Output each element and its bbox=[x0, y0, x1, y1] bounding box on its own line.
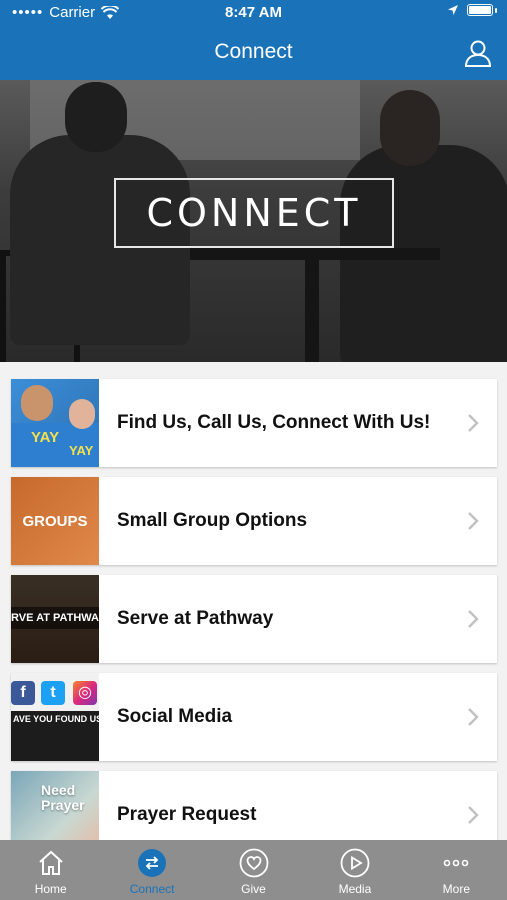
location-arrow-icon bbox=[448, 5, 458, 15]
thumb-text: YAY bbox=[31, 429, 60, 446]
list-item-label: Small Group Options bbox=[117, 510, 308, 531]
status-time: 8:47 AM bbox=[225, 4, 282, 21]
hero-banner: CONNECT bbox=[0, 80, 507, 362]
list-item-social-media[interactable]: f t ◎ AVE YOU FOUND US YE Social Media bbox=[11, 673, 497, 761]
tab-media[interactable]: Media bbox=[304, 840, 405, 900]
tab-give[interactable]: Give bbox=[203, 840, 304, 900]
list-item-small-groups[interactable]: GROUPS Small Group Options bbox=[11, 477, 497, 565]
thumb-text: GROUPS bbox=[22, 512, 88, 530]
battery-icon bbox=[467, 4, 493, 16]
page-title: Connect bbox=[214, 40, 293, 63]
thumb-text: AVE YOU FOUND US YE bbox=[11, 711, 99, 761]
chevron-right-icon bbox=[468, 512, 479, 530]
list-item-serve[interactable]: RVE AT PATHWA Serve at Pathway bbox=[11, 575, 497, 663]
list-item-label: Find Us, Call Us, Connect With Us! bbox=[117, 412, 431, 433]
thumb-face bbox=[21, 385, 53, 421]
facebook-icon: f bbox=[11, 681, 35, 705]
hero-title: CONNECT bbox=[146, 191, 362, 235]
chevron-right-icon bbox=[468, 708, 479, 726]
more-icon bbox=[444, 859, 469, 867]
serve-thumbnail: RVE AT PATHWA bbox=[11, 575, 99, 663]
thumb-text: YAY bbox=[69, 443, 94, 458]
tab-label: Media bbox=[338, 882, 372, 896]
hero-person-left-head bbox=[65, 82, 127, 152]
list-item-label: Serve at Pathway bbox=[117, 608, 274, 629]
hero-table-leg bbox=[305, 258, 319, 362]
tab-bar: Home Connect Give Media More bbox=[0, 840, 507, 900]
hero-person-right-head bbox=[380, 90, 440, 166]
status-right bbox=[447, 4, 497, 16]
tab-label: Connect bbox=[129, 882, 175, 896]
twitter-icon: t bbox=[41, 681, 65, 705]
thumb-face bbox=[69, 399, 95, 429]
list-item-label: Prayer Request bbox=[117, 804, 257, 825]
list-item-label: Social Media bbox=[117, 706, 233, 727]
social-media-thumbnail: f t ◎ AVE YOU FOUND US YE bbox=[11, 673, 99, 761]
give-icon bbox=[239, 848, 268, 878]
hero-title-box: CONNECT bbox=[114, 178, 394, 248]
list-item-find-us[interactable]: YAY YAY Find Us, Call Us, Connect With U… bbox=[11, 379, 497, 467]
tab-home[interactable]: Home bbox=[0, 840, 101, 900]
battery-tip bbox=[495, 7, 497, 13]
connect-icon bbox=[138, 849, 167, 877]
groups-thumbnail: GROUPS bbox=[11, 477, 99, 565]
find-us-thumbnail: YAY YAY bbox=[11, 379, 99, 467]
home-icon bbox=[39, 850, 63, 875]
tab-connect[interactable]: Connect bbox=[101, 840, 202, 900]
thumb-text: Need Prayer bbox=[41, 782, 85, 813]
profile-icon[interactable] bbox=[463, 38, 493, 68]
thumb-text: RVE AT PATHWA bbox=[11, 607, 99, 629]
tab-label: Home bbox=[34, 882, 67, 896]
chevron-right-icon bbox=[468, 806, 479, 824]
tab-label: More bbox=[442, 882, 470, 896]
tab-label: Give bbox=[241, 882, 266, 896]
tab-more[interactable]: More bbox=[406, 840, 507, 900]
status-bar: ••••• Carrier 8:47 AM bbox=[0, 0, 507, 26]
nav-bar: Connect bbox=[0, 26, 507, 80]
chevron-right-icon bbox=[468, 610, 479, 628]
chevron-right-icon bbox=[468, 414, 479, 432]
media-icon bbox=[340, 848, 370, 878]
instagram-icon: ◎ bbox=[73, 681, 97, 705]
